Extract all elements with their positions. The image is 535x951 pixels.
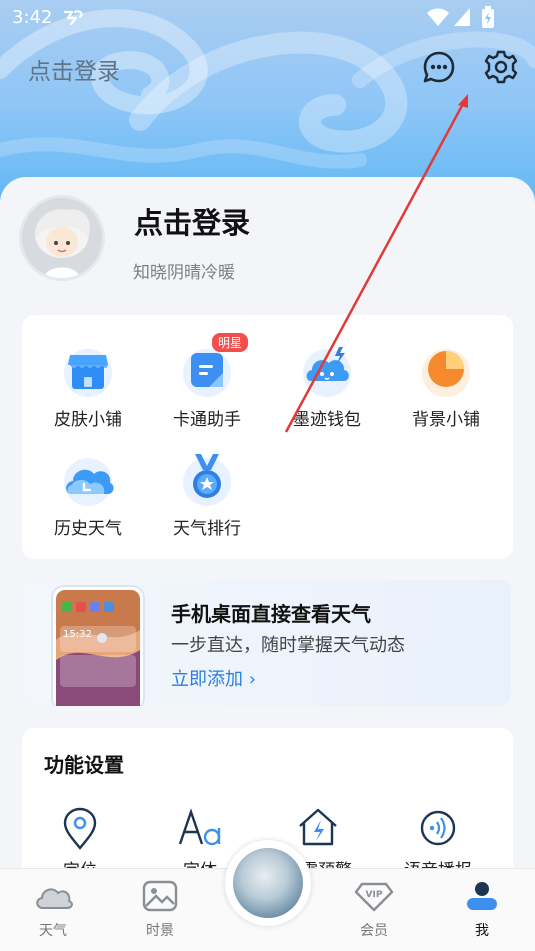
weather-ranking-icon	[179, 452, 235, 508]
service-label: 历史天气	[54, 519, 122, 539]
picture-icon	[142, 880, 178, 912]
service-wallet[interactable]: 墨迹钱包	[267, 343, 387, 430]
service-skin-shop[interactable]: 皮肤小铺	[28, 343, 148, 430]
battery-icon	[481, 6, 495, 32]
nav-label: 我	[475, 923, 489, 939]
header-login-title[interactable]: 点击登录	[28, 52, 120, 86]
service-label: 皮肤小铺	[54, 410, 122, 430]
center-scene-button[interactable]	[225, 840, 311, 926]
history-weather-icon	[60, 452, 116, 508]
nav-me[interactable]: 我	[447, 880, 517, 940]
cloud-icon	[36, 888, 73, 909]
service-label: 天气排行	[173, 519, 241, 539]
nav-label: 会员	[360, 923, 388, 939]
earthquake-warning-icon	[290, 806, 346, 850]
nav-scenery[interactable]: 时景	[125, 880, 195, 940]
service-label: 墨迹钱包	[293, 410, 361, 430]
service-weather-ranking[interactable]: 天气排行	[147, 452, 267, 539]
profile-name[interactable]: 点击登录	[134, 200, 250, 242]
vip-icon: VIP	[354, 882, 394, 912]
settings-section-title: 功能设置	[44, 753, 124, 777]
message-icon	[423, 51, 455, 83]
background-shop-icon	[418, 343, 474, 399]
wifi-icon	[426, 6, 450, 32]
wallet-icon	[299, 343, 355, 399]
gear-icon	[484, 50, 518, 84]
star-badge: 明星	[212, 333, 249, 352]
nav-label: 时景	[146, 923, 174, 939]
service-background-shop[interactable]: 背景小铺	[386, 343, 506, 430]
status-bar: 3:42	[0, 0, 535, 36]
avatar[interactable]	[19, 195, 105, 281]
promo-subtitle: 一步直达，随时掌握天气动态	[171, 635, 405, 656]
service-cartoon-assistant[interactable]: 卡通助手	[147, 343, 267, 430]
shop-icon	[60, 343, 116, 399]
svg-text:VIP: VIP	[366, 890, 383, 900]
promo-title: 手机桌面直接查看天气	[171, 602, 371, 626]
phone-widget-time: 15:32	[63, 629, 92, 640]
location-icon	[52, 806, 108, 850]
nav-label: 天气	[39, 923, 67, 939]
service-label: 背景小铺	[412, 410, 480, 430]
nav-vip[interactable]: VIP 会员	[339, 880, 409, 940]
service-label: 卡通助手	[173, 410, 241, 430]
notification-icon	[62, 8, 86, 30]
settings-button[interactable]	[481, 47, 521, 87]
profile-subtitle: 知晓阴晴冷暖	[133, 263, 235, 283]
status-time: 3:42	[12, 7, 53, 28]
messages-button[interactable]	[419, 47, 459, 87]
signal-icon	[452, 6, 472, 32]
add-widget-link[interactable]: 立即添加 ›	[171, 665, 256, 691]
font-icon	[172, 806, 228, 850]
scene-thumbnail	[233, 848, 303, 918]
user-icon	[467, 882, 497, 910]
nav-weather[interactable]: 天气	[18, 880, 88, 940]
default-avatar-icon	[22, 198, 102, 278]
service-history-weather[interactable]: 历史天气	[28, 452, 148, 539]
voice-broadcast-icon	[410, 806, 466, 850]
